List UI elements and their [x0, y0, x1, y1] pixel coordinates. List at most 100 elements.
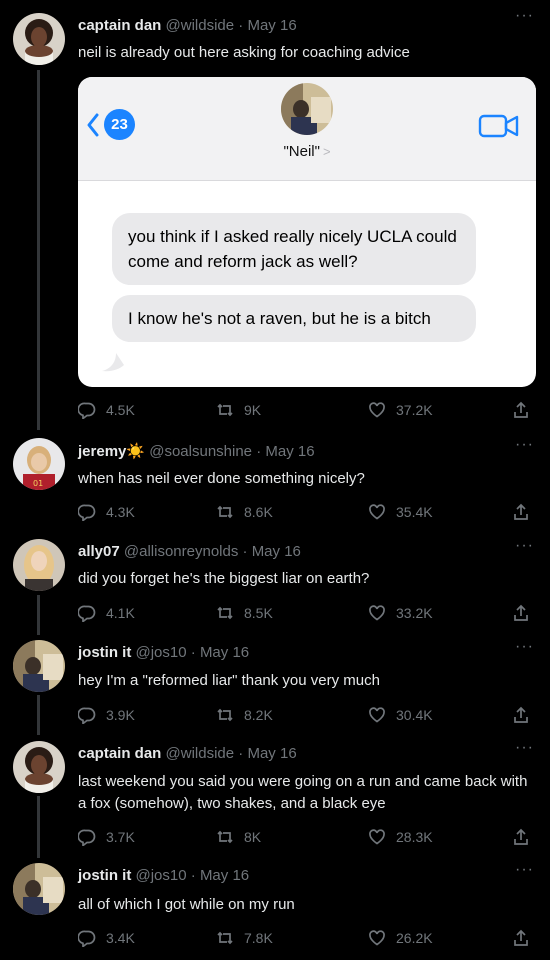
retweet-count: 8.6K — [244, 504, 273, 520]
reply-button[interactable]: 4.3K — [78, 501, 135, 523]
share-button[interactable] — [512, 501, 530, 523]
avatar[interactable] — [13, 640, 65, 692]
display-name[interactable]: jostin it — [78, 867, 131, 884]
tweet-header: jeremy☀️ @soalsunshine · May 16 — [78, 442, 315, 462]
retweet-button[interactable]: 8K — [216, 826, 261, 848]
reply-button[interactable]: 4.5K — [78, 399, 135, 421]
tweet[interactable]: jostin it @jos10 · May 16 ··· hey I'm a … — [0, 638, 550, 732]
share-button[interactable] — [512, 602, 530, 624]
share-icon — [514, 828, 528, 845]
retweet-icon — [217, 403, 233, 417]
avatar[interactable] — [13, 539, 65, 591]
handle[interactable]: @soalsunshine — [149, 443, 252, 460]
avatar[interactable] — [13, 863, 65, 915]
share-button[interactable] — [512, 927, 530, 949]
retweet-button[interactable]: 7.8K — [216, 927, 273, 949]
avatar[interactable] — [13, 13, 65, 65]
reply-button[interactable]: 4.1K — [78, 602, 135, 624]
like-count: 35.4K — [396, 504, 433, 520]
reply-icon — [78, 504, 96, 521]
retweet-button[interactable]: 8.6K — [216, 501, 273, 523]
tweet[interactable]: 01 jeremy☀️ @soalsunshine · May 16 ··· w… — [0, 436, 550, 530]
tweet-image[interactable]: 23 "Neil" > you think if I asked really … — [78, 77, 536, 387]
handle[interactable]: @jos10 — [136, 867, 187, 884]
tweet-text: did you forget he's the biggest liar on … — [78, 570, 370, 587]
handle[interactable]: @wildside — [166, 17, 235, 34]
more-icon[interactable]: ··· — [515, 537, 534, 555]
display-name[interactable]: captain dan — [78, 17, 161, 34]
display-name[interactable]: ally07 — [78, 543, 120, 560]
retweet-count: 7.8K — [244, 930, 273, 946]
timestamp[interactable]: May 16 — [252, 543, 301, 560]
reply-button[interactable]: 3.7K — [78, 826, 135, 848]
retweet-button[interactable]: 8.5K — [216, 602, 273, 624]
separator: · — [256, 443, 262, 460]
like-button[interactable]: 28.3K — [368, 826, 433, 848]
share-icon — [514, 401, 528, 418]
like-button[interactable]: 35.4K — [368, 501, 433, 523]
contact-chevron-icon: > — [322, 144, 331, 159]
separator: · — [190, 867, 196, 884]
handle[interactable]: @jos10 — [136, 644, 187, 661]
separator: · — [238, 745, 244, 762]
retweet-count: 9K — [244, 402, 262, 418]
reply-count: 4.5K — [106, 402, 135, 418]
retweet-count: 8K — [244, 829, 262, 845]
handle[interactable]: @allisonreynolds — [124, 543, 238, 560]
timestamp[interactable]: May 16 — [247, 745, 296, 762]
more-icon[interactable]: ··· — [515, 638, 534, 656]
share-button[interactable] — [512, 704, 530, 726]
retweet-count: 8.5K — [244, 605, 273, 621]
tweet-actions: 3.9K 8.2K 30.4K — [78, 704, 538, 726]
timestamp[interactable]: May 16 — [247, 17, 296, 34]
display-name[interactable]: jostin it — [78, 644, 131, 661]
retweet-icon — [217, 830, 233, 844]
display-name[interactable]: jeremy — [78, 443, 126, 460]
tweet-text: all of which I got while on my run — [78, 896, 295, 913]
tweet[interactable]: jostin it @jos10 · May 16 ··· all of whi… — [0, 861, 550, 955]
display-name[interactable]: captain dan — [78, 745, 161, 762]
timestamp[interactable]: May 16 — [265, 443, 314, 460]
reply-button[interactable]: 3.4K — [78, 927, 135, 949]
timestamp[interactable]: May 16 — [200, 867, 249, 884]
more-icon[interactable]: ··· — [515, 436, 534, 454]
share-button[interactable] — [512, 399, 530, 421]
like-icon — [369, 707, 385, 723]
tweet-actions: 3.4K 7.8K 26.2K — [78, 927, 538, 949]
avatar[interactable] — [13, 741, 65, 793]
sun-emoji: ☀️ — [126, 443, 146, 460]
timestamp[interactable]: May 16 — [200, 644, 249, 661]
tweet-header: ally07 @allisonreynolds · May 16 — [78, 542, 301, 562]
tweet[interactable]: captain dan @wildside · May 16 ··· last … — [0, 739, 550, 856]
like-icon — [369, 402, 385, 418]
reply-icon — [78, 930, 96, 947]
tweet-text: when has neil ever done something nicely… — [78, 470, 365, 487]
imessage-header: 23 "Neil" > — [78, 77, 536, 181]
avatar[interactable]: 01 — [13, 438, 65, 490]
like-button[interactable]: 30.4K — [368, 704, 433, 726]
like-button[interactable]: 33.2K — [368, 602, 433, 624]
like-count: 30.4K — [396, 707, 433, 723]
handle[interactable]: @wildside — [166, 745, 235, 762]
reply-icon — [78, 402, 96, 419]
like-count: 26.2K — [396, 930, 433, 946]
retweet-button[interactable]: 8.2K — [216, 704, 273, 726]
reply-button[interactable]: 3.9K — [78, 704, 135, 726]
separator: · — [238, 17, 244, 34]
more-icon[interactable]: ··· — [515, 739, 534, 757]
retweet-button[interactable]: 9K — [216, 399, 261, 421]
like-button[interactable]: 37.2K — [368, 399, 433, 421]
like-count: 33.2K — [396, 605, 433, 621]
reply-count: 3.4K — [106, 930, 135, 946]
share-button[interactable] — [512, 826, 530, 848]
back-chevron-icon — [86, 113, 100, 137]
contact-avatar — [281, 83, 333, 135]
tweet-actions: 4.1K 8.5K 33.2K — [78, 602, 538, 624]
tweet[interactable]: captain dan @wildside · May 16 ··· neil … — [0, 7, 550, 433]
tweet[interactable]: ally07 @allisonreynolds · May 16 ··· did… — [0, 537, 550, 631]
like-button[interactable]: 26.2K — [368, 927, 433, 949]
contact-name-text: "Neil" — [283, 143, 320, 160]
tweet-text: last weekend you said you were going on … — [78, 773, 528, 812]
more-icon[interactable]: ··· — [515, 7, 534, 25]
more-icon[interactable]: ··· — [515, 861, 534, 879]
